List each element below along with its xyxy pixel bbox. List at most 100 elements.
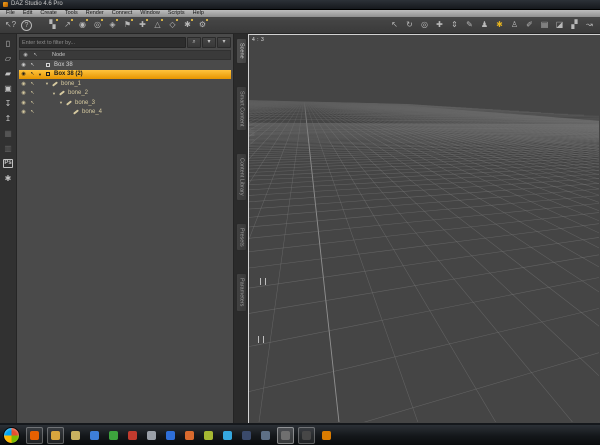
menu-help[interactable]: Help bbox=[189, 10, 208, 17]
daz-install-icon[interactable] bbox=[319, 428, 334, 443]
selectability-icon[interactable]: ↖ bbox=[28, 71, 37, 77]
translate-tool-icon[interactable]: ✚ bbox=[433, 19, 446, 31]
box-38-2-wireframe[interactable] bbox=[258, 336, 264, 343]
node-select-tool-icon[interactable]: ↖ bbox=[388, 19, 401, 31]
spot-render-tool-icon[interactable]: ✱ bbox=[493, 19, 506, 31]
app-icon-7-glyph bbox=[185, 430, 194, 440]
selectability-column-icon: ↖ bbox=[33, 52, 38, 58]
save-file-icon[interactable]: ▣ bbox=[3, 84, 14, 93]
tab-smart-content[interactable]: Smart Content bbox=[235, 85, 247, 132]
visibility-eye-icon[interactable]: ◉ bbox=[19, 109, 28, 115]
visibility-eye-icon[interactable]: ◉ bbox=[19, 62, 28, 68]
ik-tool-icon[interactable]: ↝ bbox=[583, 19, 596, 31]
filter-options-button[interactable]: ▾ bbox=[202, 37, 216, 48]
create-node-icon[interactable]: ↗ bbox=[61, 19, 74, 31]
merge-file-icon[interactable]: ▰ bbox=[3, 69, 14, 78]
tree-row[interactable]: ◉ ↖ bone_4 bbox=[19, 108, 231, 118]
menu-edit[interactable]: Edit bbox=[19, 10, 36, 17]
tab-parameters[interactable]: Parameters bbox=[235, 273, 247, 312]
menu-file[interactable]: File bbox=[2, 10, 19, 17]
selectability-icon[interactable]: ↖ bbox=[28, 100, 37, 106]
annotate-tool-icon[interactable]: ✐ bbox=[523, 19, 536, 31]
undo-icon[interactable]: ▦ bbox=[3, 129, 14, 138]
selectability-icon[interactable]: ↖ bbox=[28, 62, 37, 68]
create-primitive-icon[interactable]: ⚙ bbox=[196, 19, 209, 31]
filter-mode-button[interactable]: ▾ bbox=[217, 37, 231, 48]
search-button[interactable]: ⌕ bbox=[187, 37, 201, 48]
camera-view-tool-icon[interactable]: ◪ bbox=[553, 19, 566, 31]
app-icon-2[interactable] bbox=[87, 428, 102, 443]
daz-studio-icon[interactable] bbox=[277, 426, 294, 444]
rotate-tool-icon[interactable]: ↻ bbox=[403, 19, 416, 31]
open-file-icon[interactable]: ▱ bbox=[3, 54, 14, 63]
box-38-wireframe[interactable] bbox=[260, 278, 266, 285]
visibility-eye-icon[interactable]: ◉ bbox=[19, 100, 28, 106]
menu-tools[interactable]: Tools bbox=[61, 10, 82, 17]
visibility-eye-icon[interactable]: ◉ bbox=[19, 71, 28, 77]
create-bone-icon[interactable]: ✚ bbox=[136, 19, 149, 31]
create-group-icon[interactable]: ◎ bbox=[91, 19, 104, 31]
create-prop-icon[interactable]: ◇ bbox=[166, 19, 179, 31]
surface-select-tool-icon[interactable]: ✎ bbox=[463, 19, 476, 31]
scene-filter-input[interactable] bbox=[19, 37, 186, 48]
figure-select-tool-icon[interactable]: ♟ bbox=[478, 19, 491, 31]
app-icon-12[interactable] bbox=[298, 426, 315, 444]
app-icon-8[interactable] bbox=[201, 428, 216, 443]
scene-nav-tool-icon[interactable]: ▞ bbox=[568, 19, 581, 31]
create-figure-icon[interactable]: △ bbox=[151, 19, 164, 31]
tree-row[interactable]: ◉ ↖ Box 38 bbox=[19, 60, 231, 70]
selectability-icon[interactable]: ↖ bbox=[28, 109, 37, 115]
visibility-eye-icon[interactable]: ◉ bbox=[19, 81, 28, 87]
viewport[interactable]: 4 : 3 bbox=[248, 34, 600, 423]
menu-create[interactable]: Create bbox=[36, 10, 61, 17]
create-dformer-icon[interactable]: ✱ bbox=[181, 19, 194, 31]
tree-row[interactable]: ◉ ↖ ▼ bone_3 bbox=[19, 98, 231, 108]
app-icon-11[interactable] bbox=[258, 428, 273, 443]
create-null-icon[interactable]: ◉ bbox=[76, 19, 89, 31]
menu-render[interactable]: Render bbox=[82, 10, 108, 17]
app-icon-10[interactable] bbox=[239, 428, 254, 443]
new-scene-icon[interactable]: ▚ bbox=[46, 19, 59, 31]
help-icon[interactable]: ? bbox=[21, 19, 32, 31]
tree-row[interactable]: ◉ ↖ ▼ bone_2 bbox=[19, 89, 231, 99]
export-icon[interactable]: ↥ bbox=[3, 114, 14, 123]
tree-row[interactable]: ◉ ↖ ▼ Box 38 (2) bbox=[19, 69, 231, 79]
app-icon-9[interactable] bbox=[220, 428, 235, 443]
tab-content-library[interactable]: Content Library bbox=[235, 153, 247, 201]
selectability-icon[interactable]: ↖ bbox=[28, 90, 37, 96]
new-file-icon[interactable]: ▯ bbox=[3, 39, 14, 48]
redo-icon[interactable]: ▥ bbox=[3, 144, 14, 153]
pointer-help-icon[interactable]: ↖? bbox=[4, 19, 17, 31]
create-camera-icon[interactable]: ◈ bbox=[106, 19, 119, 31]
tab-presets[interactable]: Presets bbox=[235, 222, 247, 252]
firefox-icon[interactable] bbox=[26, 426, 43, 444]
visibility-eye-icon[interactable]: ◉ bbox=[19, 90, 28, 96]
app-icon-1[interactable] bbox=[68, 428, 83, 443]
bone-icon bbox=[50, 81, 59, 87]
scale-tool-icon[interactable]: ⇕ bbox=[448, 19, 461, 31]
timeline-tool-icon[interactable]: ▤ bbox=[538, 19, 551, 31]
menu-scripts[interactable]: Scripts bbox=[164, 10, 189, 17]
scene-pane: ⌕ ▾ ▾ ◉ ↖ Node ◉↖Box 38◉↖▼Box 38 (2)◉↖▼b… bbox=[17, 34, 233, 423]
app-icon-4[interactable] bbox=[125, 428, 140, 443]
explorer-icon[interactable] bbox=[47, 426, 64, 444]
import-icon[interactable]: ↧ bbox=[3, 99, 14, 108]
pane-tab-strip: Scene Smart Content Content Library Presets… bbox=[233, 34, 248, 423]
app-icon-4-glyph bbox=[128, 430, 137, 440]
create-light-icon[interactable]: ⚑ bbox=[121, 19, 134, 31]
app-icon-3[interactable] bbox=[106, 428, 121, 443]
orbit-tool-icon[interactable]: ◎ bbox=[418, 19, 431, 31]
render-icon[interactable]: ✱ bbox=[3, 174, 14, 183]
tree-row[interactable]: ◉ ↖ ▼ bone_1 bbox=[19, 79, 231, 89]
app-icon-7[interactable] bbox=[182, 428, 197, 443]
photoshop-bridge-icon[interactable]: Ps bbox=[3, 159, 13, 168]
pose-tool-icon[interactable]: ♙ bbox=[508, 19, 521, 31]
app-icon-6[interactable] bbox=[163, 428, 178, 443]
start-button[interactable] bbox=[3, 426, 20, 444]
explorer-icon-glyph bbox=[51, 430, 60, 440]
selectability-icon[interactable]: ↖ bbox=[28, 81, 37, 87]
tab-scene[interactable]: Scene bbox=[235, 38, 247, 64]
menu-connect[interactable]: Connect bbox=[108, 10, 137, 17]
menu-window[interactable]: Window bbox=[136, 10, 164, 17]
app-icon-5[interactable] bbox=[144, 428, 159, 443]
